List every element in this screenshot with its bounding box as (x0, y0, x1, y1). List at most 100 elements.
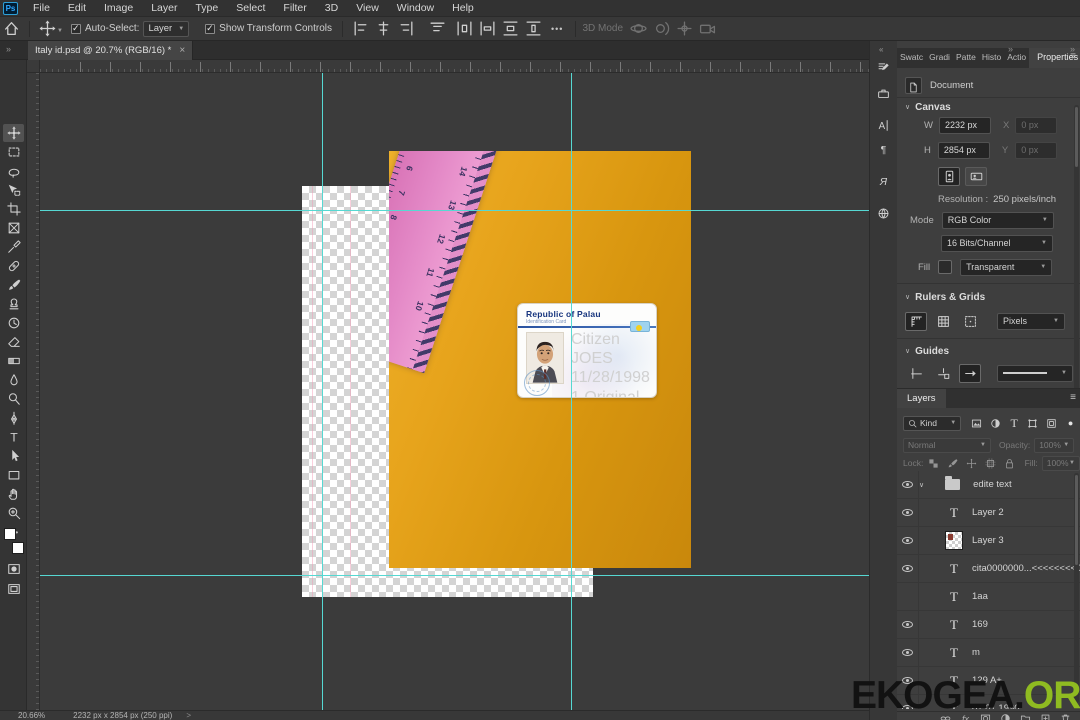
status-chevron-icon[interactable]: > (186, 711, 191, 720)
bit-depth-dropdown[interactable]: 16 Bits/Channel ▼ (941, 234, 1053, 252)
chevron-down-icon[interactable]: ∨ (905, 293, 910, 301)
grid-toggle-button[interactable] (932, 312, 954, 331)
guide-horizontal[interactable] (40, 210, 869, 211)
tool-button[interactable] (3, 257, 24, 275)
quick-mask-icon[interactable] (3, 560, 24, 578)
tool-button[interactable] (3, 219, 24, 237)
tool-button[interactable] (3, 162, 24, 180)
lock-position-icon[interactable] (963, 456, 978, 470)
distribute-h1-icon[interactable] (456, 20, 473, 37)
menu-item[interactable]: Help (443, 0, 483, 16)
layer-name[interactable]: 1aa (972, 591, 988, 602)
portrait-orientation-button[interactable] (938, 166, 960, 186)
tool-button[interactable] (3, 485, 24, 503)
ruler-units-dropdown[interactable]: Pixels ▼ (997, 312, 1065, 330)
tool-button[interactable] (3, 295, 24, 313)
tool-button[interactable] (3, 143, 24, 161)
filter-type-layers-icon[interactable]: T (1007, 416, 1022, 430)
visibility-toggle[interactable] (897, 498, 919, 527)
filter-shape-layers-icon[interactable] (1026, 416, 1041, 430)
layer-row[interactable]: ∨ m (897, 638, 1080, 667)
menu-item[interactable]: Image (95, 0, 142, 16)
filter-adjustment-layers-icon[interactable] (988, 416, 1003, 430)
menu-item[interactable]: Layer (142, 0, 186, 16)
layer-thumbnail[interactable] (937, 475, 967, 494)
distribute-v1-icon[interactable] (502, 20, 519, 37)
auto-select-target-dropdown[interactable]: Layer ▼ (143, 20, 190, 37)
tool-button[interactable] (3, 447, 24, 465)
ruler-left[interactable] (27, 73, 40, 710)
pink-guide-line[interactable] (350, 186, 351, 597)
new-guide-button[interactable] (905, 364, 927, 383)
color-mode-dropdown[interactable]: RGB Color ▼ (941, 211, 1054, 229)
guide-horizontal[interactable] (40, 575, 869, 576)
foreground-background-colors[interactable] (4, 528, 24, 554)
tool-button[interactable] (3, 181, 24, 199)
tool-button[interactable] (3, 409, 24, 427)
menu-item[interactable]: Select (227, 0, 274, 16)
visibility-toggle[interactable] (897, 471, 919, 499)
ruler-toggle-button[interactable] (905, 311, 927, 331)
document-tab[interactable]: Italy id.psd @ 20.7% (RGB/16) * × (28, 41, 194, 60)
tool-button[interactable]: T (3, 428, 24, 446)
width-field[interactable]: 2232 px (938, 116, 991, 134)
tool-button[interactable] (3, 504, 24, 522)
paragraph-panel-icon[interactable]: ¶ (875, 141, 893, 159)
more-options-icon[interactable]: ••• (551, 24, 563, 34)
lock-artboard-icon[interactable] (982, 456, 997, 470)
pink-guide-line[interactable] (312, 186, 313, 597)
layer-thumbnail[interactable] (945, 615, 963, 634)
align-right-icon[interactable] (398, 20, 415, 37)
tool-button[interactable] (3, 333, 24, 351)
menu-item[interactable]: Edit (59, 0, 95, 16)
tab-expander-icon[interactable]: » (6, 44, 11, 54)
tool-button[interactable] (3, 238, 24, 256)
layer-row[interactable]: ∨ Layer 2 (897, 498, 1080, 527)
canvas-section-title[interactable]: Canvas (915, 102, 951, 113)
tool-presets-icon[interactable] (875, 85, 893, 103)
layer-filter-kind-dropdown[interactable]: Kind ▼ (903, 415, 962, 431)
layer-row[interactable]: ∨ 169 (897, 610, 1080, 639)
layer-row[interactable]: ∨ edite text (897, 471, 1080, 499)
menu-item[interactable]: Filter (274, 0, 315, 16)
fill-checkbox[interactable] (938, 260, 953, 274)
layer-name[interactable]: Layer 2 (972, 507, 1004, 518)
layers-tab[interactable]: Layers (897, 389, 946, 408)
menu-item[interactable]: Type (186, 0, 227, 16)
tool-button[interactable] (3, 200, 24, 218)
glyphs-panel-icon[interactable]: Я (875, 173, 893, 191)
home-icon[interactable] (3, 20, 20, 37)
tool-button[interactable] (3, 276, 24, 294)
visibility-toggle[interactable] (897, 554, 919, 583)
canvas-area[interactable]: 151413121110 4567891011 Republic of Pala… (40, 73, 869, 710)
guide-layout-button[interactable] (959, 363, 981, 383)
fill-dropdown[interactable]: Transparent ▼ (960, 258, 1053, 276)
guide-style-dropdown[interactable]: ▼ (997, 364, 1073, 382)
layer-thumbnail[interactable] (945, 643, 963, 662)
group-chevron-icon[interactable]: ∨ (919, 481, 924, 489)
landscape-orientation-button[interactable] (965, 166, 987, 186)
layer-row[interactable]: ∨ 1aa (897, 582, 1080, 611)
panel-tab[interactable]: Swatc (897, 48, 926, 68)
menu-item[interactable]: File (24, 0, 59, 16)
show-transform-checkbox[interactable] (205, 23, 216, 34)
tool-button[interactable] (3, 390, 24, 408)
lock-guides-button[interactable] (932, 364, 954, 383)
layer-thumbnail[interactable] (945, 531, 963, 550)
screen-mode-icon[interactable] (3, 580, 24, 598)
layer-name[interactable]: m (972, 647, 980, 658)
distribute-v2-icon[interactable] (525, 20, 542, 37)
tool-button[interactable] (3, 352, 24, 370)
ruler-corner[interactable] (27, 60, 40, 73)
panel-tab[interactable]: Histo (979, 48, 1004, 68)
rulers-grids-section-title[interactable]: Rulers & Grids (915, 292, 985, 303)
menu-item[interactable]: View (347, 0, 388, 16)
height-field[interactable]: 2854 px (937, 141, 990, 159)
filter-toggle-icon[interactable]: ● (1063, 416, 1078, 430)
properties-scrollbar[interactable] (1074, 105, 1079, 390)
layer-name[interactable]: 169 (972, 619, 988, 630)
filter-smart-objects-icon[interactable] (1044, 416, 1059, 430)
lock-all-icon[interactable] (1002, 456, 1017, 470)
layer-thumbnail[interactable] (945, 503, 963, 522)
layers-scrollbar[interactable] (1074, 473, 1079, 703)
